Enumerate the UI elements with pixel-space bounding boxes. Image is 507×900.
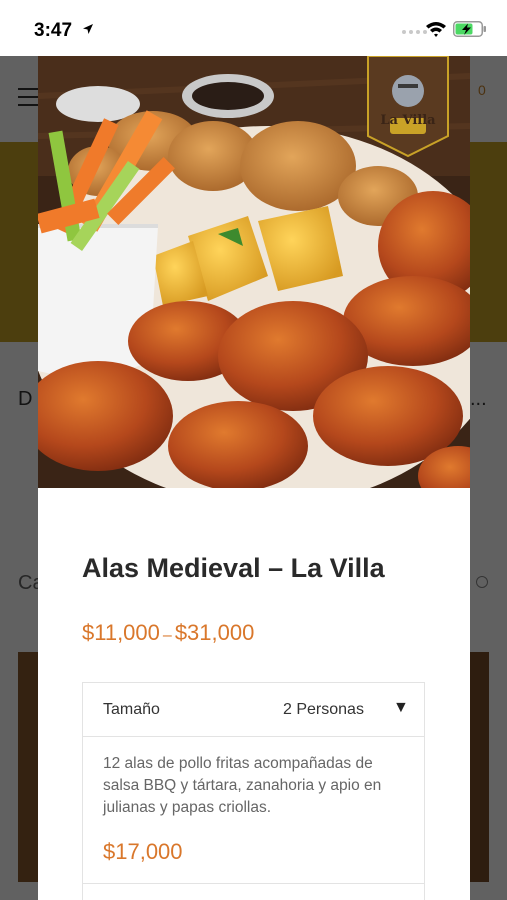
price-max: $31,000 <box>174 620 255 645</box>
status-time: 3:47 <box>34 20 73 41</box>
price-separator: – <box>162 627 172 644</box>
dropdown-arrow-icon[interactable]: ▼ <box>393 699 409 717</box>
size-select-value[interactable]: 2 Personas <box>283 701 364 719</box>
status-bar: 3:47 <box>0 0 507 56</box>
size-select[interactable]: Tamaño 2 Personas ▼ <box>83 683 424 737</box>
battery-charging-icon <box>453 21 486 37</box>
product-quickview-modal: La Villa Alas Medieval – La Villa $11,00… <box>38 56 470 900</box>
price-range: $11,000– $31,000 <box>82 620 254 646</box>
variation-price: $17,000 <box>103 839 183 864</box>
logo-text: La Villa <box>380 113 436 128</box>
divider <box>83 883 424 884</box>
variation-description: 12 alas de pollo fritas acompañadas de s… <box>103 755 382 816</box>
location-arrow-icon <box>83 24 93 34</box>
la-villa-logo <box>367 56 449 158</box>
wifi-icon <box>426 22 446 37</box>
size-select-label: Tamaño <box>103 701 160 718</box>
cellular-signal-icon <box>402 30 427 34</box>
variation-box: Tamaño 2 Personas ▼ 12 alas de pollo fri… <box>82 682 425 900</box>
product-title: Alas Medieval – La Villa <box>82 553 385 583</box>
price-min: $11,000 <box>82 620 160 645</box>
